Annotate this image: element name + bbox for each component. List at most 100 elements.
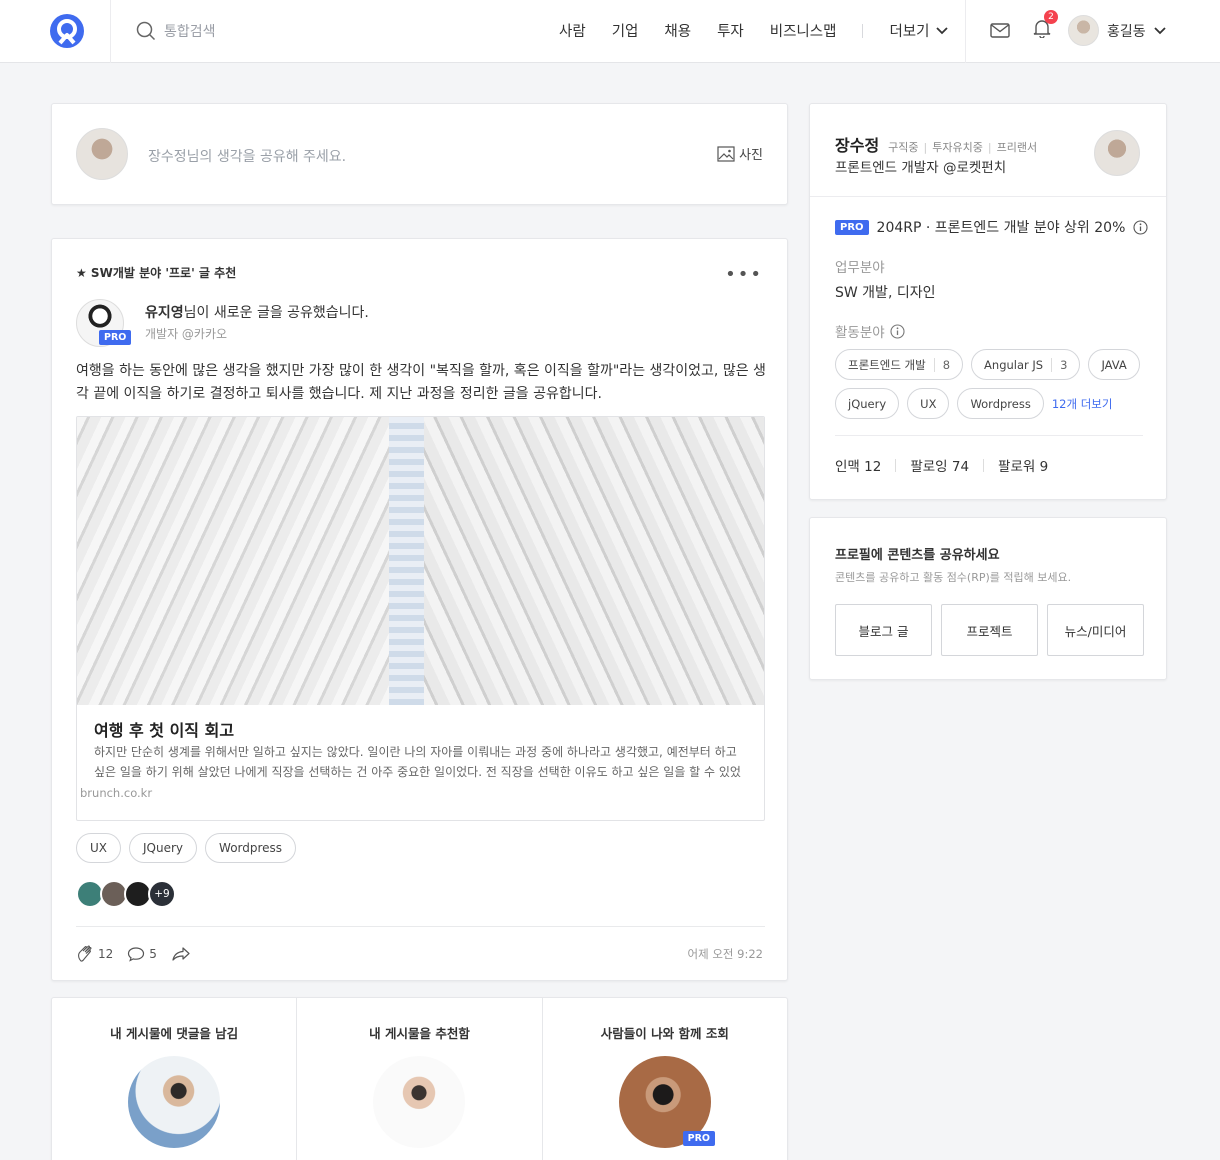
nav-more-dropdown[interactable]: 더보기	[889, 20, 949, 41]
clap-icon	[78, 945, 92, 962]
comment-button[interactable]: 5	[127, 946, 157, 962]
link-url: brunch.co.kr	[80, 786, 153, 800]
following-count[interactable]: 팔로잉 74	[910, 455, 969, 475]
post-tags: UX JQuery Wordpress	[76, 833, 297, 863]
activity-item[interactable]: 내 게시물에 댓글을 남김	[52, 998, 298, 1160]
activity-label: 사람들이 나와 함께 조회	[600, 1026, 729, 1041]
main-nav: 사람 기업 채용 투자 비즈니스맵 더보기	[559, 20, 949, 41]
image-icon	[717, 145, 735, 162]
author-line: 유지영님이 새로운 글을 공유했습니다.	[145, 302, 369, 322]
activity-label: 내 게시물에 댓글을 남김	[110, 1026, 239, 1041]
link-title: 여행 후 첫 이직 회고	[94, 721, 235, 740]
nav-more-label: 더보기	[889, 24, 930, 40]
activity-chip[interactable]: JAVA	[1088, 349, 1140, 380]
activity-label: 내 게시물을 추천함	[369, 1026, 470, 1041]
profile-card: 장수정 구직중 | 투자유치중 | 프리랜서 프론트엔드 개발자 @로켓펀치 PRO 2…	[809, 103, 1167, 500]
activity-chip[interactable]: Angular JS 3	[971, 349, 1081, 380]
profile-stats: 인맥 12 팔로잉 74 팔로워 9	[835, 455, 1048, 475]
link-preview-image	[77, 417, 764, 705]
pro-badge: PRO	[682, 1131, 716, 1146]
avatar	[373, 1056, 466, 1148]
post-text: 여행을 하는 동안에 많은 생각을 했지만 가장 많이 한 생각이 "복직을 할…	[76, 363, 766, 402]
blog-post-button[interactable]: 블로그 글	[835, 604, 932, 656]
profile-role: 프론트엔드 개발자 @로켓펀치	[835, 160, 1007, 176]
avatar	[76, 128, 128, 180]
info-icon[interactable]	[1133, 219, 1148, 235]
chip-label: JAVA	[1101, 357, 1127, 372]
comment-count: 5	[149, 947, 157, 961]
notification-button[interactable]: 2	[1032, 10, 1058, 42]
status-text: 프리랜서	[996, 141, 1038, 154]
divider	[810, 196, 1166, 197]
activity-field-label: 활동분야	[835, 325, 885, 341]
project-button[interactable]: 프로젝트	[941, 604, 1038, 656]
activity-field-heading: 활동분야	[835, 321, 905, 341]
nav-companies[interactable]: 기업	[612, 20, 639, 41]
tag-chip[interactable]: JQuery	[129, 833, 198, 863]
share-icon[interactable]	[171, 946, 191, 962]
profile-rp: PRO 204RP · 프론트엔드 개발 분야 상위 20%	[835, 217, 1148, 237]
profile-name[interactable]: 장수정	[835, 132, 879, 156]
link-preview-image-ribs	[424, 417, 764, 705]
mail-icon[interactable]	[990, 21, 1010, 39]
work-field-label: 업무분야	[835, 260, 885, 276]
status-text: 투자유치중	[932, 141, 983, 154]
chip-label: UX	[920, 396, 937, 411]
clap-button[interactable]: 12	[76, 945, 113, 963]
activity-chip[interactable]: UX	[907, 388, 950, 419]
composer-input[interactable]: 장수정님의 생각을 공유해 주세요.	[148, 146, 346, 166]
link-description: 하지만 단순히 생계를 위해서만 일하고 싶지는 않았다. 일이란 나의 자아를…	[94, 745, 741, 779]
header-divider	[110, 0, 111, 63]
stat-separator	[895, 458, 897, 472]
link-preview-card[interactable]: 여행 후 첫 이직 회고 하지만 단순히 생계를 위해서만 일하고 싶지는 않았…	[76, 416, 765, 821]
profile-statuses: 구직중 | 투자유치중 | 프리랜서	[888, 141, 1038, 154]
top-header: 통합검색 사람 기업 채용 투자 비즈니스맵 더보기 2 홍길동	[0, 0, 1220, 63]
chevron-down-icon	[936, 26, 949, 34]
nav-business-map[interactable]: 비즈니스맵	[770, 20, 837, 41]
header-divider	[965, 0, 966, 63]
search-input[interactable]: 통합검색	[164, 21, 216, 41]
chip-count: 8	[933, 357, 950, 372]
nav-people[interactable]: 사람	[559, 20, 586, 41]
tag-chip[interactable]: UX	[76, 833, 122, 863]
news-media-button[interactable]: 뉴스/미디어	[1047, 604, 1144, 656]
profile-header: 장수정 구직중 | 투자유치중 | 프리랜서	[835, 132, 1037, 156]
tag-chip[interactable]: Wordpress	[205, 833, 297, 863]
chip-label: 프론트엔드 개발	[848, 357, 926, 372]
activity-item[interactable]: 내 게시물을 추천함	[297, 998, 543, 1160]
chip-count: 3	[1051, 357, 1067, 372]
activity-chip[interactable]: 프론트엔드 개발 8	[835, 349, 964, 380]
notification-badge: 2	[1044, 10, 1058, 24]
activity-chip[interactable]: jQuery	[835, 388, 900, 419]
rocketpunch-logo-icon[interactable]	[50, 14, 84, 48]
activity-chip[interactable]: Wordpress	[957, 388, 1044, 419]
add-photo-button[interactable]: 사진	[717, 144, 763, 163]
user-name: 홍길동	[1107, 23, 1146, 40]
nav-investment[interactable]: 투자	[717, 20, 744, 41]
share-subtitle: 콘텐츠를 공유하고 활동 점수(RP)를 적립해 보세요.	[835, 571, 1072, 584]
share-content-card: 프로필에 콘텐츠를 공유하세요 콘텐츠를 공유하고 활동 점수(RP)를 적립해…	[809, 517, 1167, 680]
recommendation-label: ★ SW개발 분야 '프로' 글 추천	[76, 266, 237, 280]
activity-chips: 프론트엔드 개발 8 Angular JS 3 JAVA jQuery UX Wor…	[835, 349, 1155, 419]
post-time: 어제 오전 9:22	[687, 947, 763, 961]
chevron-down-icon	[1154, 26, 1166, 34]
activity-strip: 내 게시물에 댓글을 남김 내 게시물을 추천함 사람들이 나와 함께 조회 P…	[51, 997, 788, 1160]
stat-separator	[983, 458, 985, 472]
likers-list[interactable]: +9	[76, 880, 176, 908]
chip-label: Wordpress	[970, 396, 1031, 411]
comment-icon	[128, 947, 145, 962]
activity-item[interactable]: 사람들이 나와 함께 조회 PRO	[543, 998, 787, 1160]
author-name[interactable]: 유지영	[145, 305, 184, 321]
avatar[interactable]	[1094, 130, 1140, 176]
search-box[interactable]: 통합검색	[136, 20, 216, 42]
followers-count[interactable]: 팔로워 9	[998, 455, 1048, 475]
info-icon[interactable]	[890, 323, 905, 339]
chip-label: jQuery	[848, 396, 887, 411]
user-menu[interactable]: 홍길동	[1068, 15, 1166, 46]
chips-more-link[interactable]: 12개 더보기	[1052, 396, 1113, 412]
connections-count[interactable]: 인맥 12	[835, 455, 881, 475]
avatar	[128, 1056, 221, 1148]
nav-jobs[interactable]: 채용	[664, 20, 691, 41]
more-options-icon[interactable]: •••	[725, 264, 763, 285]
post-actions: 12 5	[76, 945, 191, 963]
